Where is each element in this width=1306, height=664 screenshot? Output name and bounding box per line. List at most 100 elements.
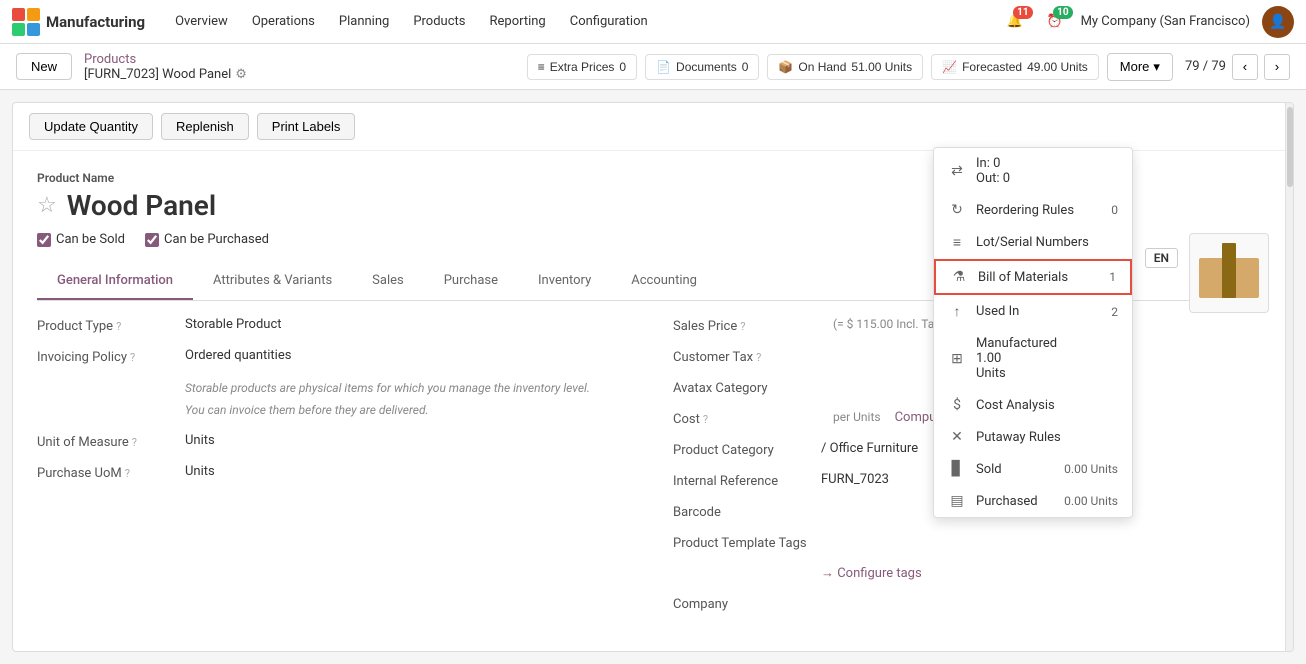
- pager: 79 / 79 ‹ ›: [1185, 54, 1290, 80]
- manufactured-units: Units: [976, 366, 1118, 381]
- can-be-sold-checkbox[interactable]: Can be Sold: [37, 232, 125, 247]
- breadcrumb: Products [FURN_7023] Wood Panel ⚙: [84, 52, 247, 82]
- lot-label: Lot/Serial Numbers: [976, 235, 1118, 250]
- cost-help[interactable]: ?: [703, 413, 708, 426]
- purchase-uom-help[interactable]: ?: [125, 467, 130, 480]
- dropdown-item-lot[interactable]: ≡ Lot/Serial Numbers: [934, 226, 1132, 259]
- sales-price-help[interactable]: ?: [740, 320, 745, 333]
- internal-reference-value[interactable]: FURN_7023: [821, 472, 889, 487]
- pager-text: 79 / 79: [1185, 59, 1226, 74]
- more-button[interactable]: More ▾: [1107, 53, 1173, 81]
- navbar-right: 🔔 11 ⏰ 10 My Company (San Francisco) 👤: [1001, 6, 1294, 38]
- pager-prev-button[interactable]: ‹: [1232, 54, 1258, 80]
- bom-icon: ⚗: [950, 269, 968, 285]
- product-type-value[interactable]: Storable Product: [185, 317, 282, 332]
- customer-tax-label: Customer Tax ?: [673, 348, 813, 365]
- sold-label: Sold: [976, 462, 1054, 477]
- product-name[interactable]: Wood Panel: [67, 189, 216, 222]
- dropdown-item-manufactured[interactable]: ⊞ Manufactured 1.00 Units: [934, 328, 1132, 389]
- gear-icon[interactable]: ⚙: [235, 67, 247, 82]
- tab-attributes-variants[interactable]: Attributes & Variants: [193, 263, 352, 300]
- purchase-uom-value[interactable]: Units: [185, 464, 215, 479]
- dropdown-item-used-in[interactable]: ↑ Used In 2: [934, 295, 1132, 328]
- dropdown-item-sold[interactable]: ▊ Sold 0.00 Units: [934, 453, 1132, 485]
- product-image[interactable]: [1189, 233, 1269, 313]
- nav-operations[interactable]: Operations: [242, 8, 325, 35]
- tab-general-information[interactable]: General Information: [37, 263, 193, 300]
- content-area: Update Quantity Replenish Print Labels P…: [12, 102, 1294, 652]
- extra-prices-count: 0: [619, 60, 626, 74]
- replenish-button[interactable]: Replenish: [161, 113, 249, 140]
- per-units-text: per Units: [833, 410, 881, 424]
- purchase-uom-field: Purchase UoM ? Units: [37, 464, 633, 481]
- nav-overview[interactable]: Overview: [165, 8, 238, 35]
- uom-field: Unit of Measure ? Units: [37, 433, 633, 450]
- dropdown-item-inout[interactable]: ⇄ In: 0 Out: 0: [934, 148, 1132, 194]
- product-category-value[interactable]: / Office Furniture: [821, 441, 918, 456]
- more-dropdown-menu: ⇄ In: 0 Out: 0 ↻ Reordering Rules 0 ≡ Lo…: [933, 147, 1133, 518]
- cost-analysis-label: Cost Analysis: [976, 398, 1118, 413]
- dropdown-item-cost-analysis[interactable]: $ Cost Analysis: [934, 389, 1132, 421]
- tab-purchase[interactable]: Purchase: [424, 263, 518, 300]
- invoicing-policy-help[interactable]: ?: [130, 351, 135, 364]
- nav-reporting[interactable]: Reporting: [480, 8, 556, 35]
- scrollbar-thumb[interactable]: [1287, 107, 1293, 187]
- extra-prices-button[interactable]: ≡ Extra Prices 0: [527, 54, 637, 80]
- manufactured-value: 1.00: [976, 351, 1118, 366]
- description-line1: Storable products are physical items for…: [185, 379, 590, 397]
- nav-products[interactable]: Products: [403, 8, 475, 35]
- dropdown-item-reordering[interactable]: ↻ Reordering Rules 0: [934, 194, 1132, 226]
- sold-icon: ▊: [948, 461, 966, 477]
- configure-tags-link[interactable]: → Configure tags: [821, 565, 922, 581]
- dropdown-item-putaway[interactable]: ✕ Putaway Rules: [934, 421, 1132, 453]
- tab-sales[interactable]: Sales: [352, 263, 424, 300]
- used-in-icon: ↑: [948, 303, 966, 320]
- pager-next-button[interactable]: ›: [1264, 54, 1290, 80]
- sales-price-label: Sales Price ?: [673, 317, 813, 334]
- dropdown-item-purchased[interactable]: ▤ Purchased 0.00 Units: [934, 485, 1132, 517]
- notification-bell[interactable]: 🔔 11: [1001, 8, 1029, 36]
- documents-label: Documents: [676, 60, 737, 74]
- breadcrumb-parent[interactable]: Products: [84, 52, 247, 67]
- favorite-star-icon[interactable]: ☆: [37, 193, 57, 218]
- product-category-label: Product Category: [673, 441, 813, 458]
- product-tags-label: Product Template Tags: [673, 534, 813, 551]
- invoicing-policy-value[interactable]: Ordered quantities: [185, 348, 291, 363]
- dropdown-item-bom[interactable]: ⚗ Bill of Materials 1: [934, 259, 1132, 295]
- new-button[interactable]: New: [16, 53, 72, 80]
- putaway-label: Putaway Rules: [976, 430, 1118, 445]
- uom-value[interactable]: Units: [185, 433, 215, 448]
- print-labels-button[interactable]: Print Labels: [257, 113, 356, 140]
- brand[interactable]: Manufacturing: [12, 8, 145, 36]
- can-be-purchased-checkbox[interactable]: Can be Purchased: [145, 232, 269, 247]
- notification-clock[interactable]: ⏰ 10: [1041, 8, 1069, 36]
- customer-tax-help[interactable]: ?: [756, 351, 761, 364]
- user-avatar[interactable]: 👤: [1262, 6, 1294, 38]
- language-badge[interactable]: EN: [1145, 248, 1178, 268]
- reordering-label: Reordering Rules: [976, 203, 1101, 218]
- purchase-uom-label: Purchase UoM ?: [37, 464, 177, 481]
- tab-inventory[interactable]: Inventory: [518, 263, 611, 300]
- description-text: Storable products are physical items for…: [185, 379, 590, 419]
- forecasted-icon: 📈: [942, 60, 957, 74]
- can-be-sold-label: Can be Sold: [56, 232, 125, 247]
- scrollbar[interactable]: [1285, 103, 1293, 651]
- breadcrumb-bar: New Products [FURN_7023] Wood Panel ⚙ ≡ …: [0, 44, 1306, 90]
- uom-help[interactable]: ?: [132, 436, 137, 449]
- purchased-label: Purchased: [976, 494, 1054, 509]
- extra-prices-icon: ≡: [538, 60, 545, 74]
- product-type-help[interactable]: ?: [116, 320, 121, 333]
- documents-button[interactable]: 📄 Documents 0: [645, 54, 759, 80]
- product-type-field: Product Type ? Storable Product: [37, 317, 633, 334]
- tab-accounting[interactable]: Accounting: [611, 263, 717, 300]
- cost-analysis-icon: $: [948, 397, 966, 413]
- update-quantity-button[interactable]: Update Quantity: [29, 113, 153, 140]
- desc-spacer: [37, 379, 177, 381]
- on-hand-button[interactable]: 📦 On Hand 51.00 Units: [767, 54, 923, 80]
- forecasted-button[interactable]: 📈 Forecasted 49.00 Units: [931, 54, 1099, 80]
- extra-prices-label: Extra Prices: [550, 60, 615, 74]
- brand-label: Manufacturing: [46, 13, 145, 31]
- nav-configuration[interactable]: Configuration: [560, 8, 658, 35]
- reordering-count: 0: [1111, 203, 1118, 217]
- nav-planning[interactable]: Planning: [329, 8, 399, 35]
